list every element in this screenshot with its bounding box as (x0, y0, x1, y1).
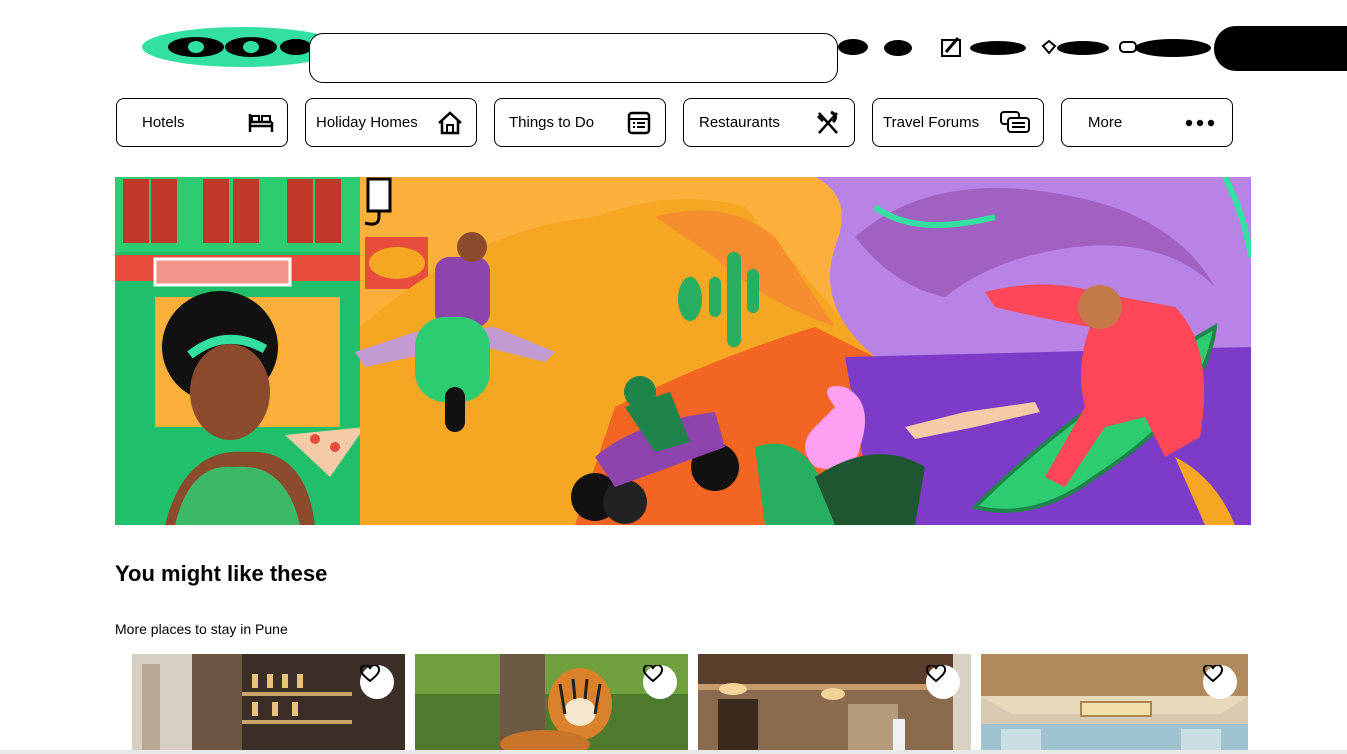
save-heart-button[interactable] (1203, 665, 1237, 699)
nav-hotels-label: Hotels (142, 114, 185, 131)
nav-things-to-do-label: Things to Do (509, 114, 595, 131)
recommendation-card[interactable] (132, 654, 405, 754)
hero-banner (115, 177, 1251, 525)
nav-restaurants-label: Restaurants (699, 114, 780, 131)
page-bottom-edge (0, 750, 1347, 754)
recommendation-cards (132, 654, 1248, 754)
travel-illustration (115, 177, 1251, 525)
nav-travel-forums[interactable]: Travel Forums (872, 98, 1044, 147)
save-heart-button[interactable] (360, 665, 394, 699)
nav-things-to-do[interactable]: Things to Do (494, 98, 666, 147)
section-title: You might like these (115, 561, 328, 586)
category-nav: Hotels Holiday Homes Things to Do Restau… (116, 98, 1233, 147)
more-dots-icon (1180, 109, 1220, 137)
chat-bubbles-icon (999, 109, 1031, 137)
nav-holiday-homes[interactable]: Holiday Homes (305, 98, 477, 147)
house-icon (436, 109, 464, 137)
nav-more[interactable]: More (1061, 98, 1233, 147)
sign-in-button[interactable] (1214, 26, 1347, 71)
recommendation-card[interactable] (698, 654, 971, 754)
bed-icon (247, 109, 275, 137)
fork-knife-icon (814, 109, 842, 137)
nav-hotels[interactable]: Hotels (116, 98, 288, 147)
heart-icon (360, 665, 380, 683)
nav-restaurants[interactable]: Restaurants (683, 98, 855, 147)
owl-logo-icon[interactable] (166, 34, 326, 60)
recommendation-card[interactable] (415, 654, 688, 754)
ticket-list-icon (625, 109, 653, 137)
logo-wordmark (838, 37, 1211, 57)
heart-icon (1203, 665, 1223, 683)
nav-travel-forums-label: Travel Forums (883, 114, 980, 131)
search-input[interactable] (309, 33, 838, 83)
recommendation-card[interactable] (981, 654, 1248, 754)
heart-icon (643, 665, 663, 683)
heart-icon (926, 665, 946, 683)
section-subtitle: More places to stay in Pune (115, 621, 288, 637)
save-heart-button[interactable] (643, 665, 677, 699)
nav-more-label: More (1088, 114, 1123, 131)
nav-holiday-homes-label: Holiday Homes (316, 114, 418, 131)
save-heart-button[interactable] (926, 665, 960, 699)
